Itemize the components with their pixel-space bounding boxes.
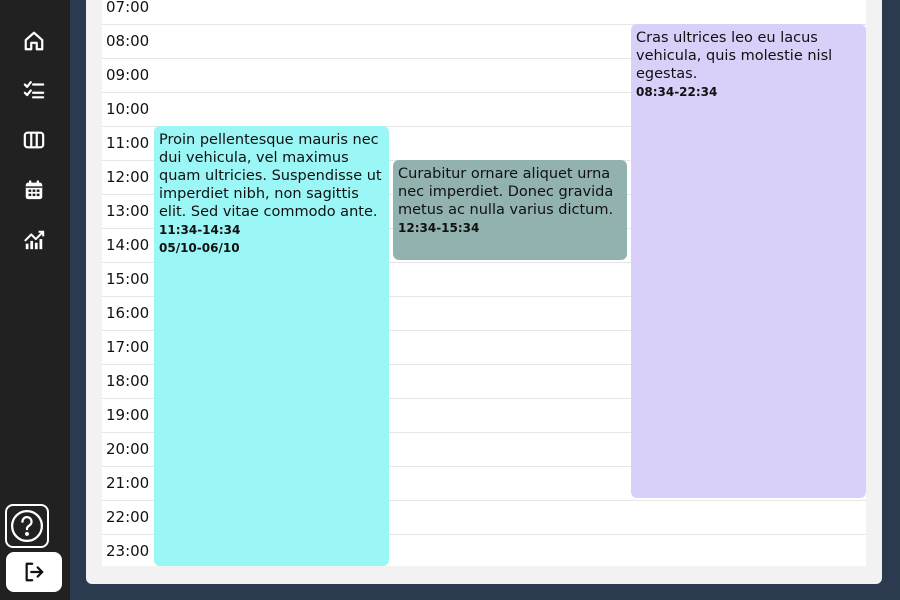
event-time: 12:34-15:34	[398, 221, 480, 235]
hour-label: 20:00	[106, 440, 150, 458]
chart-icon	[24, 230, 45, 250]
sidebar	[0, 0, 70, 600]
nav-tasks-button[interactable]	[12, 70, 56, 110]
checklist-icon	[23, 81, 45, 99]
calendar-event[interactable]: Cras ultrices leo eu lacus vehicula, qui…	[631, 24, 866, 498]
help-button[interactable]	[5, 504, 49, 548]
nav-analytics-button[interactable]	[12, 220, 56, 260]
question-circle-icon	[10, 509, 44, 543]
calendar-icon	[25, 180, 43, 200]
event-time: 11:34-14:34	[159, 223, 241, 237]
event-time: 08:34-22:34	[636, 85, 718, 99]
logout-icon	[25, 562, 44, 582]
hour-label: 08:00	[106, 32, 150, 50]
hour-label: 10:00	[106, 100, 150, 118]
nav-board-button[interactable]	[12, 120, 56, 160]
event-title: Proin pellentesque mauris nec dui vehicu…	[159, 132, 382, 220]
hour-row: 07:00	[102, 0, 866, 24]
hour-label: 11:00	[106, 134, 150, 152]
nav-home-button[interactable]	[12, 21, 56, 61]
nav-calendar-button[interactable]	[12, 170, 56, 210]
event-dates: 05/10-06/10	[159, 241, 240, 255]
hour-label: 21:00	[106, 474, 150, 492]
hour-label: 22:00	[106, 508, 150, 526]
hour-label: 12:00	[106, 168, 150, 186]
hour-label: 17:00	[106, 338, 150, 356]
hour-label: 15:00	[106, 270, 150, 288]
columns-icon	[23, 131, 45, 149]
hour-label: 23:00	[106, 542, 150, 560]
hour-label: 07:00	[106, 0, 150, 16]
hour-label: 18:00	[106, 372, 150, 390]
hour-label: 14:00	[106, 236, 150, 254]
hour-label: 09:00	[106, 66, 150, 84]
event-title: Curabitur ornare aliquet urna nec imperd…	[398, 166, 614, 218]
day-view-grid: 07:00 08:00 09:00 10:00 11:00 12:00 13:0…	[102, 0, 866, 566]
hour-label: 16:00	[106, 304, 150, 322]
home-icon	[24, 31, 44, 51]
logout-button[interactable]	[6, 552, 62, 592]
hour-label: 13:00	[106, 202, 150, 220]
calendar-event[interactable]: Proin pellentesque mauris nec dui vehicu…	[154, 126, 389, 566]
event-title: Cras ultrices leo eu lacus vehicula, qui…	[636, 30, 833, 82]
calendar-event[interactable]: Curabitur ornare aliquet urna nec imperd…	[393, 160, 627, 260]
hour-label: 19:00	[106, 406, 150, 424]
